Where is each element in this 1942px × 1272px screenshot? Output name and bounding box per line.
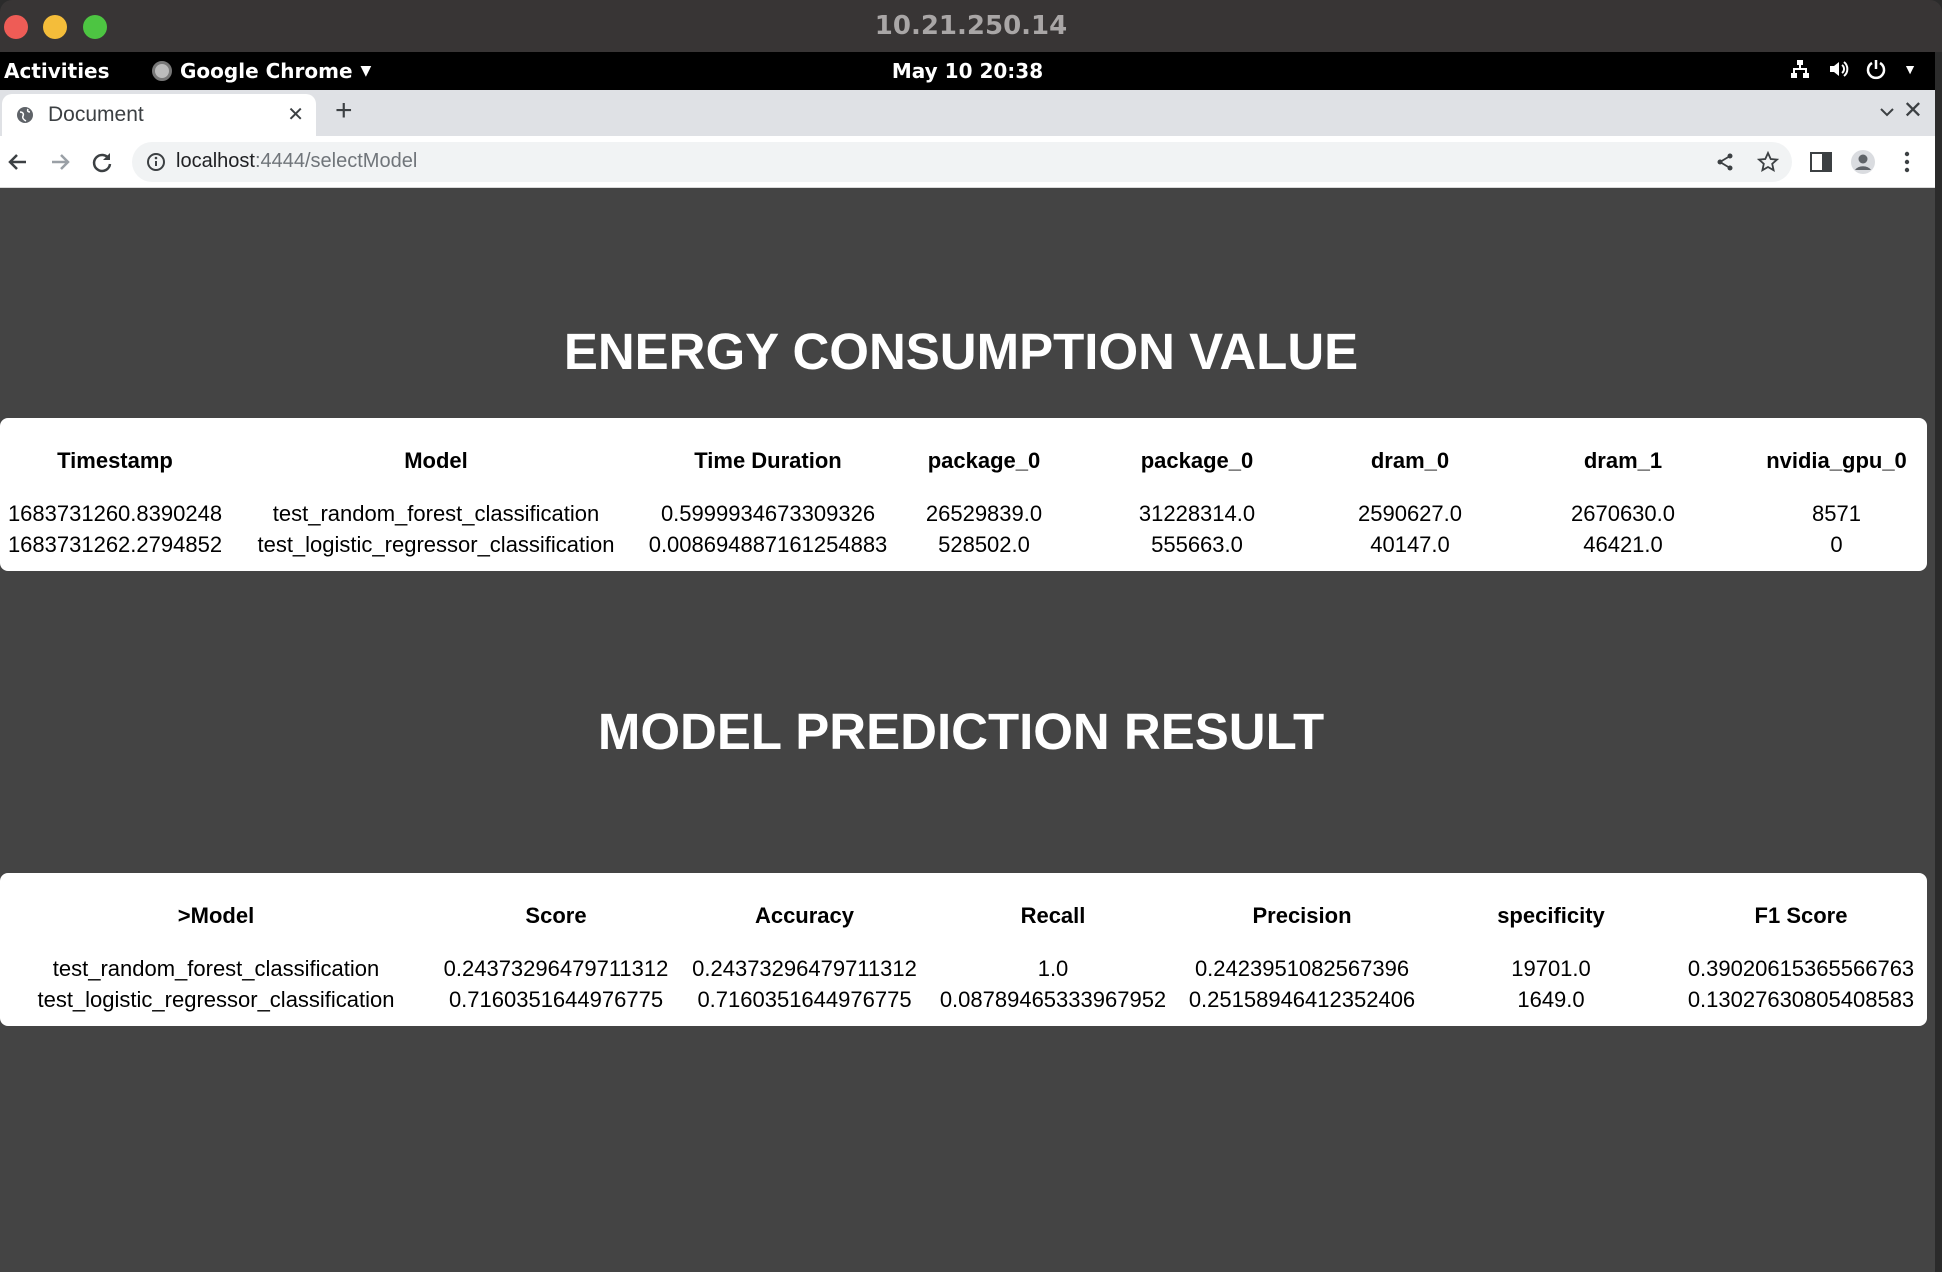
prediction-table-card: >Model Score Accuracy Recall Precision s…: [0, 873, 1927, 1026]
more-menu-icon[interactable]: [1894, 149, 1920, 175]
forward-icon[interactable]: [46, 148, 74, 176]
table-cell: 0.7160351644976775: [697, 986, 912, 1012]
column-header: Score: [525, 902, 587, 928]
prediction-table: >Model Score Accuracy Recall Precision s…: [0, 893, 1927, 1017]
table-cell: 0.5999934673309326: [660, 501, 876, 526]
url-text[interactable]: localhost:4444/selectModel: [176, 150, 417, 173]
table-cell: 0.08789465333967952: [939, 986, 1167, 1012]
table-cell: 1683731262.2794852: [7, 531, 223, 557]
table-cell: 46421.0: [1583, 531, 1663, 557]
new-tab-button[interactable]: +: [335, 94, 353, 128]
column-header: Timestamp: [57, 447, 173, 473]
system-tray[interactable]: ▼: [1789, 58, 1917, 80]
table-cell: 8571: [1812, 501, 1861, 526]
column-header: nvidia_gpu_0: [1766, 447, 1907, 473]
profile-avatar-icon[interactable]: [1850, 149, 1876, 175]
table-cell: 555663.0: [1151, 531, 1243, 557]
page-content: ENERGY CONSUMPTION VALUE Timestamp Model…: [0, 188, 1935, 1272]
window-title-bar: 10.21.250.14: [0, 0, 1942, 52]
back-icon[interactable]: [4, 148, 32, 176]
table-cell: 0.7160351644976775: [448, 986, 664, 1012]
network-icon: [1791, 60, 1810, 78]
energy-table-card: Timestamp Model Time Duration package_0 …: [0, 418, 1927, 571]
tab-title: Document: [48, 103, 144, 126]
column-header: Time Duration: [694, 447, 842, 473]
window-title: 10.21.250.14: [874, 11, 1068, 41]
table-cell: test_random_forest_classification: [52, 956, 380, 981]
table-cell: 0.24373296479711312: [692, 956, 917, 981]
table-cell: 31228314.0: [1138, 501, 1256, 526]
column-header: >Model: [177, 902, 255, 928]
column-header: F1 Score: [1754, 902, 1848, 928]
tab-strip: Document ✕ + ✕: [0, 90, 1935, 136]
table-cell: 1683731260.8390248: [7, 501, 223, 526]
info-icon[interactable]: [146, 152, 166, 172]
column-header: package_0: [927, 447, 1041, 473]
bookmark-star-icon[interactable]: [1757, 151, 1779, 173]
tab-search-icon[interactable]: [1875, 100, 1899, 124]
table-cell: 19701.0: [1511, 956, 1591, 981]
column-header: Model: [404, 447, 468, 473]
volume-icon: [1830, 61, 1849, 77]
gnome-top-bar: Activities Google Chrome ▼ May 10 20:38 …: [0, 52, 1935, 90]
close-browser-icon[interactable]: ✕: [1903, 96, 1923, 125]
column-header: dram_0: [1370, 447, 1450, 473]
column-header: Precision: [1252, 902, 1352, 928]
table-cell: 0.25158946412352406: [1188, 986, 1416, 1012]
column-header: specificity: [1497, 902, 1605, 928]
table-cell: test_logistic_regressor_classification: [257, 531, 615, 557]
column-header: Recall: [1020, 902, 1086, 928]
browser-toolbar: localhost:4444/selectModel: [0, 136, 1935, 188]
table-cell: 0.13027630805408583: [1687, 986, 1915, 1012]
table-cell: 528502.0: [938, 531, 1030, 557]
energy-header-row: Timestamp Model Time Duration package_0 …: [0, 438, 1927, 483]
table-row: test_logistic_regressor_classification 0…: [0, 982, 1927, 1017]
table-cell: 40147.0: [1370, 531, 1450, 557]
energy-heading: ENERGY CONSUMPTION VALUE: [563, 323, 1359, 380]
tab-document[interactable]: Document ✕: [2, 94, 316, 136]
address-bar[interactable]: localhost:4444/selectModel: [132, 142, 1792, 182]
table-cell: 26529839.0: [925, 501, 1043, 526]
prediction-heading: MODEL PREDICTION RESULT: [597, 703, 1325, 760]
url-host: localhost: [176, 150, 255, 172]
table-cell: 2590627.0: [1358, 501, 1462, 526]
prediction-header-row: >Model Score Accuracy Recall Precision s…: [0, 893, 1927, 938]
column-header: dram_1: [1583, 447, 1663, 473]
table-cell: 2670630.0: [1571, 501, 1675, 526]
chevron-down-icon: ▼: [1903, 61, 1917, 77]
share-icon[interactable]: [1714, 151, 1736, 173]
table-cell: 0.39020615365566763: [1687, 956, 1915, 981]
table-cell: 0.24373296479711312: [443, 956, 669, 981]
table-cell: 0.008694887161254883: [648, 531, 888, 557]
url-path: :4444/selectModel: [254, 150, 418, 172]
table-cell: 0: [1830, 531, 1843, 557]
reload-icon[interactable]: [88, 148, 116, 176]
screen: 10.21.250.14 Activities Google Chrome ▼ …: [0, 0, 1942, 1272]
table-row: test_random_forest_classification 0.2437…: [0, 938, 1927, 982]
table-cell: test_logistic_regressor_classification: [37, 986, 395, 1012]
table-row: 1683731260.8390248 test_random_forest_cl…: [0, 483, 1927, 527]
window-edge: [1935, 136, 1942, 1272]
energy-table: Timestamp Model Time Duration package_0 …: [0, 438, 1927, 562]
power-icon: [1866, 60, 1886, 80]
clock[interactable]: May 10 20:38: [0, 59, 1935, 83]
column-header: Accuracy: [754, 902, 855, 928]
column-header: package_0: [1140, 447, 1254, 473]
globe-icon: [17, 107, 33, 123]
side-panel-icon[interactable]: [1808, 149, 1834, 175]
table-cell: 1.0: [1037, 956, 1069, 981]
close-tab-icon[interactable]: ✕: [287, 102, 304, 127]
table-cell: 0.2423951082567396: [1194, 956, 1410, 981]
table-row: 1683731262.2794852 test_logistic_regress…: [0, 527, 1927, 562]
table-cell: test_random_forest_classification: [272, 501, 600, 526]
table-cell: 1649.0: [1517, 986, 1585, 1012]
